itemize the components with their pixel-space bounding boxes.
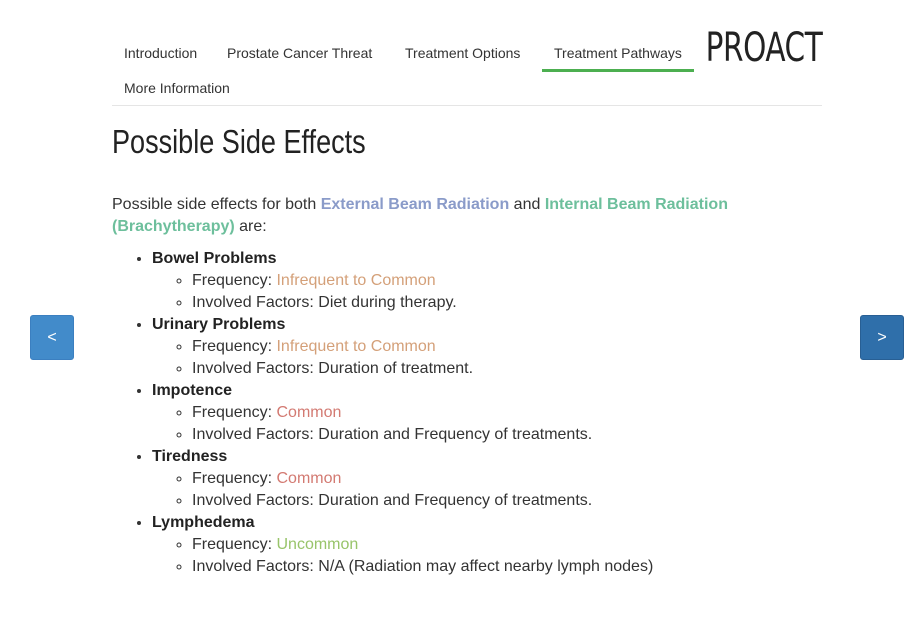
factors-prefix: Involved Factors: [192,558,319,575]
side-effect-details: Frequency: Common Involved Factors: Dura… [152,402,752,446]
side-effect-item: Lymphedema Frequency: Uncommon Involved … [152,512,752,578]
factors-line: Involved Factors: Duration of treatment. [192,358,752,380]
intro-text: Possible side effects for both External … [112,194,752,238]
frequency-prefix: Frequency: [192,470,277,487]
frequency-line: Frequency: Infrequent to Common [192,270,752,292]
nav-treatment-pathways[interactable]: Treatment Pathways [542,28,694,72]
side-effect-item: Bowel Problems Frequency: Infrequent to … [152,248,752,314]
intro-suffix: are: [234,218,267,235]
side-effect-name: Impotence [152,382,233,399]
frequency-value: Uncommon [276,536,359,553]
frequency-line: Frequency: Uncommon [192,534,752,556]
frequency-prefix: Frequency: [192,536,277,553]
factors-value: N/A (Radiation may affect nearby lymph n… [318,558,654,575]
side-effect-name: Urinary Problems [152,316,286,333]
frequency-prefix: Frequency: [192,404,277,421]
factors-line: Involved Factors: Duration and Frequency… [192,424,752,446]
side-effects-list: Bowel Problems Frequency: Infrequent to … [112,248,752,578]
side-effect-name: Tiredness [152,448,228,465]
nav-treatment-options[interactable]: Treatment Options [393,28,532,72]
nav-more-information[interactable]: More Information [112,63,242,107]
frequency-value: Infrequent to Common [276,272,436,289]
factors-prefix: Involved Factors: [192,360,319,377]
top-navbar: Introduction Prostate Cancer Threat Trea… [112,26,822,107]
external-beam-radiation-highlight: External Beam Radiation [320,196,510,213]
frequency-prefix: Frequency: [192,272,277,289]
factors-prefix: Involved Factors: [192,492,319,509]
side-effect-item: Impotence Frequency: Common Involved Fac… [152,380,752,446]
side-effect-name: Bowel Problems [152,250,277,267]
factors-value: Diet during therapy. [318,294,457,311]
factors-line: Involved Factors: Diet during therapy. [192,292,752,314]
side-effect-details: Frequency: Uncommon Involved Factors: N/… [152,534,752,578]
frequency-line: Frequency: Infrequent to Common [192,336,752,358]
side-effect-item: Urinary Problems Frequency: Infrequent t… [152,314,752,380]
frequency-value: Common [276,470,342,487]
frequency-prefix: Frequency: [192,338,277,355]
frequency-value: Infrequent to Common [276,338,436,355]
page-title: Possible Side Effects [112,123,366,160]
side-effect-details: Frequency: Common Involved Factors: Dura… [152,468,752,512]
side-effect-item: Tiredness Frequency: Common Involved Fac… [152,446,752,512]
factors-prefix: Involved Factors: [192,426,319,443]
next-page-button[interactable]: > [860,315,904,360]
frequency-line: Frequency: Common [192,402,752,424]
side-effect-details: Frequency: Infrequent to Common Involved… [152,336,752,380]
factors-value: Duration and Frequency of treatments. [318,426,593,443]
main-content: Possible Side Effects Possible side effe… [112,118,752,578]
frequency-line: Frequency: Common [192,468,752,490]
intro-prefix: Possible side effects for both [112,196,321,213]
previous-page-button[interactable]: < [30,315,74,360]
factors-line: Involved Factors: Duration and Frequency… [192,490,752,512]
side-effect-details: Frequency: Infrequent to Common Involved… [152,270,752,314]
page: Introduction Prostate Cancer Threat Trea… [0,0,923,637]
side-effect-name: Lymphedema [152,514,255,531]
frequency-value: Common [276,404,342,421]
intro-and: and [509,196,545,213]
factors-value: Duration of treatment. [318,360,474,377]
factors-line: Involved Factors: N/A (Radiation may aff… [192,556,752,578]
factors-value: Duration and Frequency of treatments. [318,492,593,509]
brand-logo[interactable]: PROACT [705,26,822,70]
factors-prefix: Involved Factors: [192,294,319,311]
